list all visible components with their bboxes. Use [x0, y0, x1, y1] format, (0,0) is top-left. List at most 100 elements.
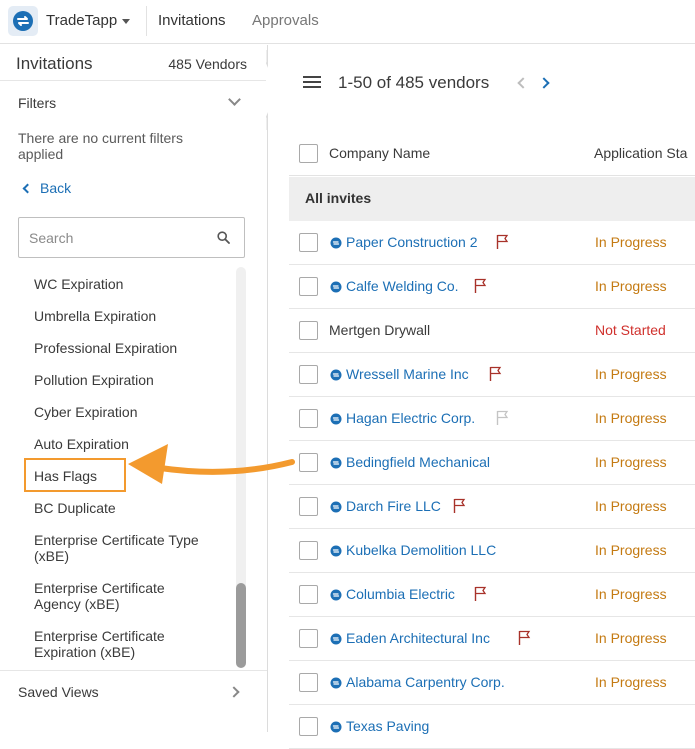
invite-icon — [330, 721, 342, 733]
filter-item-cyber-expiration[interactable]: Cyber Expiration — [34, 404, 138, 420]
invite-icon — [330, 677, 342, 689]
application-status: Not Started — [595, 322, 666, 338]
row-checkbox[interactable] — [299, 717, 318, 736]
table-row[interactable]: Bedingfield Mechanical In Progress — [289, 441, 695, 485]
pagination-text: 1-50 of 485 vendors — [338, 73, 490, 92]
divider — [0, 670, 267, 671]
row-checkbox[interactable] — [299, 497, 318, 516]
flag-icon[interactable] — [474, 278, 487, 294]
application-status: In Progress — [595, 542, 667, 558]
tab-invitations[interactable]: Invitations — [158, 12, 226, 29]
table-row[interactable]: Calfe Welding Co. In Progress — [289, 265, 695, 309]
app-switcher-label[interactable]: TradeTapp — [46, 12, 117, 29]
back-link[interactable]: Back — [22, 180, 72, 196]
back-label: Back — [40, 180, 72, 196]
invite-icon — [330, 633, 342, 645]
invite-icon — [330, 589, 342, 601]
filter-search — [18, 217, 245, 258]
application-status: In Progress — [595, 410, 667, 426]
company-name-link[interactable]: Eaden Architectural Inc — [346, 630, 490, 646]
application-status: In Progress — [595, 234, 667, 250]
flag-icon[interactable] — [474, 586, 487, 602]
filter-sidebar: Invitations 485 Vendors Filters There ar… — [0, 45, 268, 732]
application-status: In Progress — [595, 586, 667, 602]
row-checkbox[interactable] — [299, 321, 318, 340]
application-status: In Progress — [595, 498, 667, 514]
search-icon[interactable] — [217, 231, 230, 244]
chevron-right-icon[interactable] — [538, 77, 550, 89]
filter-item-auto-expiration[interactable]: Auto Expiration — [34, 436, 129, 452]
table-row[interactable]: Wressell Marine Inc In Progress — [289, 353, 695, 397]
invite-icon — [330, 369, 342, 381]
company-name-link[interactable]: Columbia Electric — [346, 586, 455, 602]
table-row[interactable]: Hagan Electric Corp. In Progress — [289, 397, 695, 441]
company-name-link[interactable]: Wressell Marine Inc — [346, 366, 469, 382]
filter-item-umbrella-expiration[interactable]: Umbrella Expiration — [34, 308, 156, 324]
invite-icon — [330, 281, 342, 293]
column-company-name[interactable]: Company Name — [329, 145, 430, 161]
scrollbar-thumb[interactable] — [236, 583, 246, 668]
table-row[interactable]: Darch Fire LLC In Progress — [289, 485, 695, 529]
group-header: All invites — [289, 177, 695, 221]
filter-item-professional-expiration[interactable]: Professional Expiration — [34, 340, 177, 356]
application-status: In Progress — [595, 454, 667, 470]
row-checkbox[interactable] — [299, 409, 318, 428]
vendor-count: 485 Vendors — [168, 56, 247, 72]
invite-icon — [330, 501, 342, 513]
filter-item-wc-expiration[interactable]: WC Expiration — [34, 276, 123, 292]
flag-icon[interactable] — [518, 630, 531, 646]
table-row[interactable]: Alabama Carpentry Corp. In Progress — [289, 661, 695, 705]
table-row[interactable]: Paper Construction 2 In Progress — [289, 221, 695, 265]
column-application-status[interactable]: Application Sta — [594, 145, 687, 161]
chevron-left-icon — [22, 183, 33, 193]
company-name-link: Mertgen Drywall — [329, 322, 431, 338]
company-name-link[interactable]: Kubelka Demolition LLC — [346, 542, 496, 558]
chevron-right-icon[interactable] — [228, 686, 240, 698]
divider — [146, 6, 147, 36]
application-status: In Progress — [595, 630, 667, 646]
application-status: In Progress — [595, 278, 667, 294]
row-checkbox[interactable] — [299, 673, 318, 692]
company-name-link[interactable]: Bedingfield Mechanical — [346, 454, 490, 470]
sidebar-title: Invitations — [16, 54, 93, 73]
company-name-link[interactable]: Paper Construction 2 — [346, 234, 478, 250]
row-checkbox[interactable] — [299, 585, 318, 604]
table-row[interactable]: Eaden Architectural Inc In Progress — [289, 617, 695, 661]
filter-item-pollution-expiration[interactable]: Pollution Expiration — [34, 372, 154, 388]
row-checkbox[interactable] — [299, 541, 318, 560]
flag-icon[interactable] — [496, 410, 509, 426]
company-name-link[interactable]: Hagan Electric Corp. — [346, 410, 475, 426]
hamburger-icon[interactable] — [303, 76, 321, 91]
saved-views-header[interactable]: Saved Views — [18, 684, 99, 700]
row-checkbox[interactable] — [299, 365, 318, 384]
row-checkbox[interactable] — [299, 453, 318, 472]
table-row[interactable]: Columbia Electric In Progress — [289, 573, 695, 617]
filter-item-enterprise-certificate-type[interactable]: Enterprise Certificate Type (xBE) — [34, 532, 224, 564]
row-checkbox[interactable] — [299, 233, 318, 252]
row-checkbox[interactable] — [299, 277, 318, 296]
vendor-list-panel: 1-50 of 485 vendors Company Name Applica… — [268, 45, 695, 749]
table-row[interactable]: Kubelka Demolition LLC In Progress — [289, 529, 695, 573]
table-row[interactable]: Mertgen Drywall Not Started — [289, 309, 695, 353]
tradetapp-logo-icon[interactable] — [8, 6, 38, 36]
company-name-link[interactable]: Darch Fire LLC — [346, 498, 441, 514]
flag-icon[interactable] — [489, 366, 502, 382]
company-name-link[interactable]: Alabama Carpentry Corp. — [346, 674, 505, 690]
flag-icon[interactable] — [453, 498, 466, 514]
tab-approvals[interactable]: Approvals — [252, 12, 319, 29]
filter-item-enterprise-certificate-agency[interactable]: Enterprise Certificate Agency (xBE) — [34, 580, 194, 612]
select-all-checkbox[interactable] — [299, 144, 318, 163]
row-checkbox[interactable] — [299, 629, 318, 648]
filter-item-enterprise-certificate-expiration[interactable]: Enterprise Certificate Expiration (xBE) — [34, 628, 194, 660]
caret-down-icon[interactable] — [122, 19, 130, 24]
group-label: All invites — [305, 190, 372, 206]
table-row[interactable]: Texas Paving — [289, 705, 695, 749]
search-input[interactable] — [19, 218, 209, 257]
flag-icon[interactable] — [496, 234, 509, 250]
chevron-down-icon[interactable] — [228, 93, 241, 106]
chevron-left-icon[interactable] — [517, 77, 529, 89]
no-filters-message: There are no current filters applied — [18, 130, 183, 162]
filters-header[interactable]: Filters — [18, 95, 56, 111]
company-name-link[interactable]: Calfe Welding Co. — [346, 278, 459, 294]
filter-item-bc-duplicate[interactable]: BC Duplicate — [34, 500, 116, 516]
